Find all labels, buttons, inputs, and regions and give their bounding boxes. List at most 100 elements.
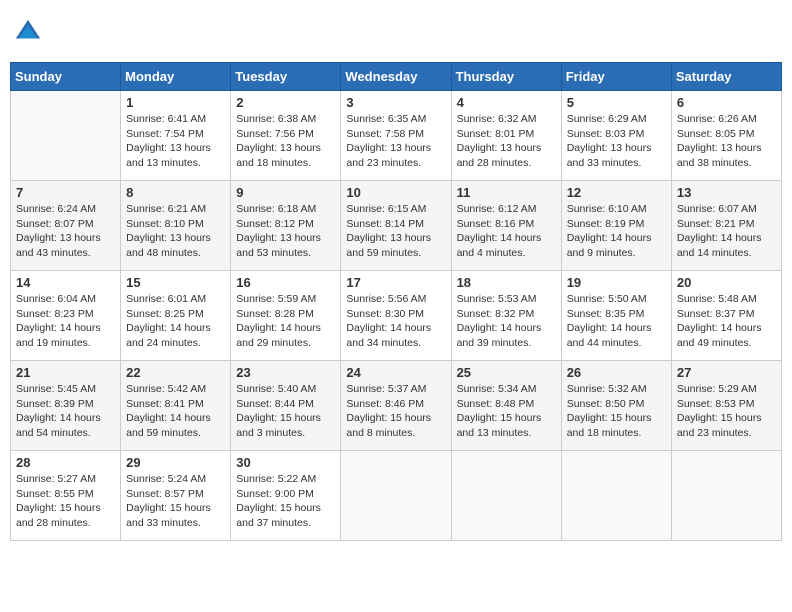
day-info: Sunrise: 6:15 AMSunset: 8:14 PMDaylight:… xyxy=(346,202,445,261)
header-row: SundayMondayTuesdayWednesdayThursdayFrid… xyxy=(11,63,782,91)
day-number: 19 xyxy=(567,275,666,290)
day-number: 15 xyxy=(126,275,225,290)
day-info: Sunrise: 5:48 AMSunset: 8:37 PMDaylight:… xyxy=(677,292,776,351)
day-info: Sunrise: 6:01 AMSunset: 8:25 PMDaylight:… xyxy=(126,292,225,351)
day-number: 10 xyxy=(346,185,445,200)
day-info: Sunrise: 5:50 AMSunset: 8:35 PMDaylight:… xyxy=(567,292,666,351)
day-info: Sunrise: 5:27 AMSunset: 8:55 PMDaylight:… xyxy=(16,472,115,531)
day-number: 4 xyxy=(457,95,556,110)
day-cell xyxy=(11,91,121,181)
day-cell: 26 Sunrise: 5:32 AMSunset: 8:50 PMDaylig… xyxy=(561,361,671,451)
day-number: 30 xyxy=(236,455,335,470)
day-info: Sunrise: 6:21 AMSunset: 8:10 PMDaylight:… xyxy=(126,202,225,261)
day-info: Sunrise: 6:18 AMSunset: 8:12 PMDaylight:… xyxy=(236,202,335,261)
day-number: 11 xyxy=(457,185,556,200)
day-info: Sunrise: 6:32 AMSunset: 8:01 PMDaylight:… xyxy=(457,112,556,171)
day-info: Sunrise: 5:45 AMSunset: 8:39 PMDaylight:… xyxy=(16,382,115,441)
day-info: Sunrise: 6:07 AMSunset: 8:21 PMDaylight:… xyxy=(677,202,776,261)
day-info: Sunrise: 5:53 AMSunset: 8:32 PMDaylight:… xyxy=(457,292,556,351)
day-number: 8 xyxy=(126,185,225,200)
day-number: 1 xyxy=(126,95,225,110)
day-cell xyxy=(671,451,781,541)
col-header-friday: Friday xyxy=(561,63,671,91)
day-cell: 28 Sunrise: 5:27 AMSunset: 8:55 PMDaylig… xyxy=(11,451,121,541)
day-info: Sunrise: 6:12 AMSunset: 8:16 PMDaylight:… xyxy=(457,202,556,261)
day-cell: 9 Sunrise: 6:18 AMSunset: 8:12 PMDayligh… xyxy=(231,181,341,271)
logo-icon xyxy=(14,18,42,46)
day-number: 5 xyxy=(567,95,666,110)
day-info: Sunrise: 6:26 AMSunset: 8:05 PMDaylight:… xyxy=(677,112,776,171)
day-cell: 3 Sunrise: 6:35 AMSunset: 7:58 PMDayligh… xyxy=(341,91,451,181)
day-cell: 23 Sunrise: 5:40 AMSunset: 8:44 PMDaylig… xyxy=(231,361,341,451)
day-number: 12 xyxy=(567,185,666,200)
page-header xyxy=(10,10,782,54)
day-cell: 8 Sunrise: 6:21 AMSunset: 8:10 PMDayligh… xyxy=(121,181,231,271)
day-number: 18 xyxy=(457,275,556,290)
day-number: 7 xyxy=(16,185,115,200)
week-row-1: 1 Sunrise: 6:41 AMSunset: 7:54 PMDayligh… xyxy=(11,91,782,181)
day-number: 26 xyxy=(567,365,666,380)
week-row-3: 14 Sunrise: 6:04 AMSunset: 8:23 PMDaylig… xyxy=(11,271,782,361)
day-number: 2 xyxy=(236,95,335,110)
day-cell: 5 Sunrise: 6:29 AMSunset: 8:03 PMDayligh… xyxy=(561,91,671,181)
day-number: 13 xyxy=(677,185,776,200)
day-info: Sunrise: 5:59 AMSunset: 8:28 PMDaylight:… xyxy=(236,292,335,351)
day-cell: 11 Sunrise: 6:12 AMSunset: 8:16 PMDaylig… xyxy=(451,181,561,271)
day-info: Sunrise: 6:29 AMSunset: 8:03 PMDaylight:… xyxy=(567,112,666,171)
day-number: 14 xyxy=(16,275,115,290)
day-cell: 12 Sunrise: 6:10 AMSunset: 8:19 PMDaylig… xyxy=(561,181,671,271)
day-cell: 16 Sunrise: 5:59 AMSunset: 8:28 PMDaylig… xyxy=(231,271,341,361)
day-cell: 27 Sunrise: 5:29 AMSunset: 8:53 PMDaylig… xyxy=(671,361,781,451)
day-info: Sunrise: 5:40 AMSunset: 8:44 PMDaylight:… xyxy=(236,382,335,441)
day-number: 20 xyxy=(677,275,776,290)
day-number: 6 xyxy=(677,95,776,110)
day-info: Sunrise: 5:56 AMSunset: 8:30 PMDaylight:… xyxy=(346,292,445,351)
day-cell: 29 Sunrise: 5:24 AMSunset: 8:57 PMDaylig… xyxy=(121,451,231,541)
day-cell xyxy=(561,451,671,541)
day-number: 9 xyxy=(236,185,335,200)
day-cell: 7 Sunrise: 6:24 AMSunset: 8:07 PMDayligh… xyxy=(11,181,121,271)
col-header-sunday: Sunday xyxy=(11,63,121,91)
col-header-tuesday: Tuesday xyxy=(231,63,341,91)
day-number: 29 xyxy=(126,455,225,470)
day-info: Sunrise: 5:42 AMSunset: 8:41 PMDaylight:… xyxy=(126,382,225,441)
day-cell xyxy=(341,451,451,541)
day-cell: 4 Sunrise: 6:32 AMSunset: 8:01 PMDayligh… xyxy=(451,91,561,181)
day-number: 25 xyxy=(457,365,556,380)
day-info: Sunrise: 5:37 AMSunset: 8:46 PMDaylight:… xyxy=(346,382,445,441)
day-number: 27 xyxy=(677,365,776,380)
day-cell: 21 Sunrise: 5:45 AMSunset: 8:39 PMDaylig… xyxy=(11,361,121,451)
day-cell: 13 Sunrise: 6:07 AMSunset: 8:21 PMDaylig… xyxy=(671,181,781,271)
day-cell: 1 Sunrise: 6:41 AMSunset: 7:54 PMDayligh… xyxy=(121,91,231,181)
day-info: Sunrise: 6:38 AMSunset: 7:56 PMDaylight:… xyxy=(236,112,335,171)
day-info: Sunrise: 6:41 AMSunset: 7:54 PMDaylight:… xyxy=(126,112,225,171)
day-number: 17 xyxy=(346,275,445,290)
col-header-thursday: Thursday xyxy=(451,63,561,91)
day-number: 16 xyxy=(236,275,335,290)
day-number: 23 xyxy=(236,365,335,380)
day-info: Sunrise: 5:29 AMSunset: 8:53 PMDaylight:… xyxy=(677,382,776,441)
col-header-wednesday: Wednesday xyxy=(341,63,451,91)
day-cell xyxy=(451,451,561,541)
day-cell: 14 Sunrise: 6:04 AMSunset: 8:23 PMDaylig… xyxy=(11,271,121,361)
day-cell: 18 Sunrise: 5:53 AMSunset: 8:32 PMDaylig… xyxy=(451,271,561,361)
day-cell: 25 Sunrise: 5:34 AMSunset: 8:48 PMDaylig… xyxy=(451,361,561,451)
day-number: 21 xyxy=(16,365,115,380)
week-row-4: 21 Sunrise: 5:45 AMSunset: 8:39 PMDaylig… xyxy=(11,361,782,451)
day-cell: 20 Sunrise: 5:48 AMSunset: 8:37 PMDaylig… xyxy=(671,271,781,361)
day-info: Sunrise: 6:04 AMSunset: 8:23 PMDaylight:… xyxy=(16,292,115,351)
day-info: Sunrise: 6:10 AMSunset: 8:19 PMDaylight:… xyxy=(567,202,666,261)
day-info: Sunrise: 6:35 AMSunset: 7:58 PMDaylight:… xyxy=(346,112,445,171)
day-number: 24 xyxy=(346,365,445,380)
day-cell: 19 Sunrise: 5:50 AMSunset: 8:35 PMDaylig… xyxy=(561,271,671,361)
day-number: 22 xyxy=(126,365,225,380)
day-cell: 2 Sunrise: 6:38 AMSunset: 7:56 PMDayligh… xyxy=(231,91,341,181)
day-cell: 22 Sunrise: 5:42 AMSunset: 8:41 PMDaylig… xyxy=(121,361,231,451)
week-row-2: 7 Sunrise: 6:24 AMSunset: 8:07 PMDayligh… xyxy=(11,181,782,271)
day-cell: 17 Sunrise: 5:56 AMSunset: 8:30 PMDaylig… xyxy=(341,271,451,361)
week-row-5: 28 Sunrise: 5:27 AMSunset: 8:55 PMDaylig… xyxy=(11,451,782,541)
day-cell: 15 Sunrise: 6:01 AMSunset: 8:25 PMDaylig… xyxy=(121,271,231,361)
day-info: Sunrise: 5:34 AMSunset: 8:48 PMDaylight:… xyxy=(457,382,556,441)
day-info: Sunrise: 5:24 AMSunset: 8:57 PMDaylight:… xyxy=(126,472,225,531)
day-number: 28 xyxy=(16,455,115,470)
